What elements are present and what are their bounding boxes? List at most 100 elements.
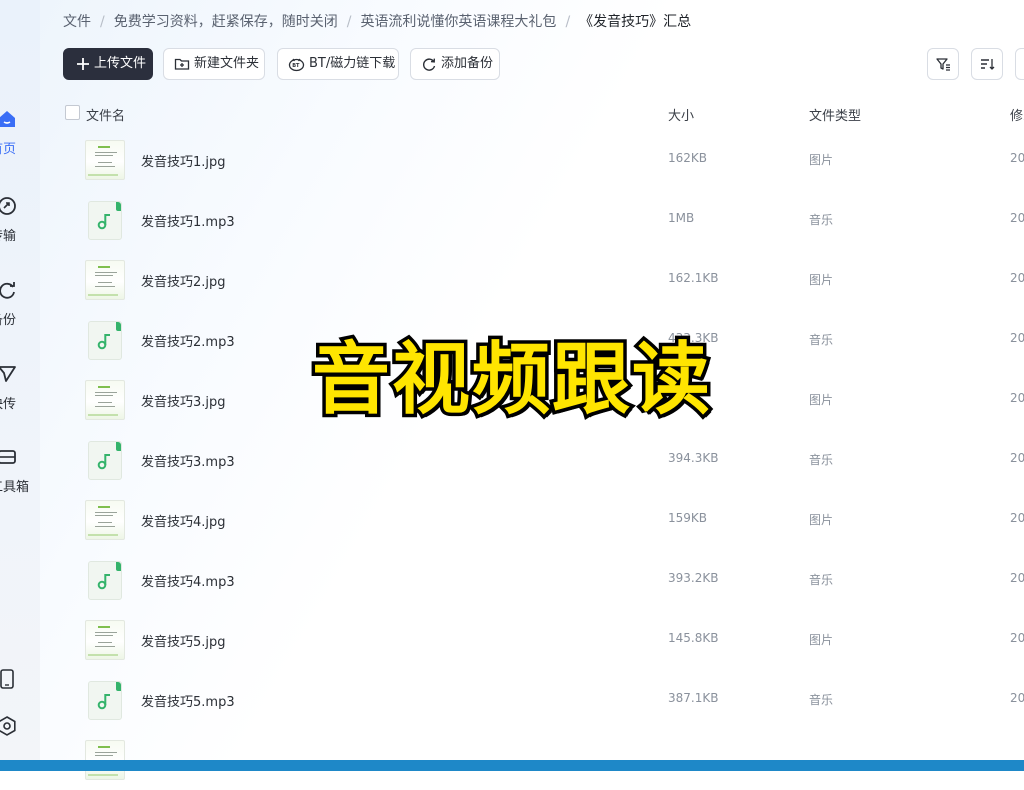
column-header-name[interactable]: 文件名 — [86, 105, 125, 124]
table-row[interactable]: 发音技巧3.mp3 394.3KB 音乐 20 — [40, 430, 1024, 490]
svg-text:BT: BT — [292, 63, 300, 69]
sort-icon — [981, 59, 995, 70]
file-size: 1MB — [668, 211, 695, 225]
file-modified: 20 — [1010, 151, 1024, 165]
file-type: 音乐 — [809, 213, 834, 227]
nav-item-quick-send[interactable]: 快传 — [0, 363, 40, 413]
music-note-icon — [97, 214, 110, 230]
phone-icon[interactable] — [0, 668, 18, 690]
overlay-caption: 音视频跟读 — [308, 332, 713, 429]
image-thumbnail — [85, 500, 125, 540]
file-name: 发音技巧5.jpg — [141, 635, 226, 650]
bt-download-button-label: BT/磁力链下载 — [309, 56, 396, 71]
image-preview — [85, 380, 125, 420]
file-modified: 20 — [1010, 511, 1024, 525]
file-size: 394.3KB — [668, 451, 719, 465]
file-modified: 20 — [1010, 271, 1024, 285]
file-type: 图片 — [809, 633, 834, 647]
audio-file-badge — [88, 561, 122, 600]
audio-file-icon — [85, 560, 125, 600]
file-size: 387.1KB — [668, 691, 719, 705]
file-type: 图片 — [809, 273, 834, 287]
breadcrumb-item-free-materials[interactable]: 免费学习资料，赶紧保存，随时关闭 — [114, 14, 338, 30]
music-note-icon — [97, 454, 110, 470]
file-modified: 20 — [1010, 571, 1024, 585]
table-row[interactable]: 发音技巧5.mp3 387.1KB 音乐 20 — [40, 670, 1024, 730]
column-header-modified[interactable]: 修改 — [1010, 105, 1024, 124]
folder-plus-icon — [174, 58, 190, 70]
breadcrumb-separator: / — [100, 14, 105, 30]
home-icon — [0, 111, 15, 127]
table-row[interactable]: 发音技巧4.mp3 393.2KB 音乐 20 — [40, 550, 1024, 610]
breadcrumb-item-files[interactable]: 文件 — [63, 14, 91, 30]
file-name: 发音技巧3.jpg — [141, 395, 226, 410]
table-row[interactable]: 发音技巧5.jpg 145.8KB 图片 20 — [40, 610, 1024, 670]
new-folder-button[interactable]: 新建文件夹 — [163, 48, 265, 80]
breadcrumb-item-course-pack[interactable]: 英语流利说懂你英语课程大礼包 — [360, 14, 556, 30]
nav-item-home[interactable]: 首页 — [0, 108, 40, 158]
image-preview — [85, 260, 125, 300]
bt-download-button[interactable]: BT BT/磁力链下载 — [277, 48, 399, 80]
file-type: 图片 — [809, 393, 834, 407]
image-thumbnail — [85, 260, 125, 300]
sort-button[interactable] — [971, 48, 1003, 80]
column-header-size[interactable]: 大小 — [668, 105, 694, 124]
audio-file-icon — [85, 680, 125, 720]
file-name: 发音技巧2.mp3 — [141, 335, 235, 350]
image-preview — [85, 140, 125, 180]
select-all-checkbox[interactable] — [65, 105, 80, 120]
filter-button[interactable] — [927, 48, 959, 80]
bt-magnet-icon: BT — [288, 58, 305, 72]
image-thumbnail — [85, 140, 125, 180]
file-name: 发音技巧5.mp3 — [141, 695, 235, 710]
audio-file-corner — [116, 442, 121, 451]
image-thumbnail — [85, 620, 125, 660]
file-type: 音乐 — [809, 453, 834, 467]
music-note-icon — [97, 694, 110, 710]
file-name: 发音技巧1.jpg — [141, 155, 226, 170]
plus-icon — [77, 58, 89, 70]
audio-file-badge — [88, 681, 122, 720]
file-modified: 20 — [1010, 631, 1024, 645]
file-name: 发音技巧4.jpg — [141, 515, 226, 530]
settings-icon[interactable] — [0, 715, 18, 737]
nav-label-transfer: 传输 — [0, 229, 17, 244]
table-row[interactable]: 发音技巧4.jpg 159KB 图片 20 — [40, 490, 1024, 550]
file-type: 音乐 — [809, 573, 834, 587]
audio-file-corner — [116, 562, 121, 571]
quick-send-icon — [0, 366, 16, 382]
audio-file-badge — [88, 441, 122, 480]
nav-item-transfer[interactable]: 传输 — [0, 195, 40, 245]
taskbar — [0, 760, 1024, 771]
file-size: 159KB — [668, 511, 708, 525]
nav-label-backup: 备份 — [0, 313, 17, 328]
music-note-icon — [97, 334, 110, 350]
table-row[interactable]: 发音技巧2.jpg 162.1KB 图片 20 — [40, 250, 1024, 310]
transfer-icon — [0, 197, 16, 215]
upload-button-label: 上传文件 — [94, 56, 147, 71]
audio-file-badge — [88, 201, 122, 240]
file-name: 发音技巧2.jpg — [141, 275, 226, 290]
view-toggle-button[interactable] — [1015, 48, 1024, 80]
breadcrumb-separator: / — [346, 14, 352, 30]
upload-button[interactable]: 上传文件 — [63, 48, 153, 80]
nav-item-backup[interactable]: 备份 — [0, 279, 40, 329]
audio-file-icon — [85, 320, 125, 360]
nav-item-toolbox[interactable]: 工具箱 — [0, 446, 40, 496]
breadcrumb-separator: / — [565, 14, 571, 30]
image-preview — [85, 620, 125, 660]
file-size: 162.1KB — [668, 271, 719, 285]
add-backup-button[interactable]: 添加备份 — [410, 48, 500, 80]
column-header-type[interactable]: 文件类型 — [809, 105, 861, 124]
audio-file-corner — [116, 322, 121, 331]
table-header: 文件名 大小 文件类型 修改 — [40, 102, 1024, 124]
audio-file-badge — [88, 321, 122, 360]
file-name: 发音技巧1.mp3 — [141, 215, 235, 230]
file-name: 发音技巧4.mp3 — [141, 575, 235, 590]
file-modified: 20 — [1010, 391, 1024, 405]
file-modified: 20 — [1010, 331, 1024, 345]
table-row[interactable]: 发音技巧1.mp3 1MB 音乐 20 — [40, 190, 1024, 250]
file-modified: 20 — [1010, 691, 1024, 705]
table-row[interactable]: 发音技巧1.jpg 162KB 图片 20 — [40, 130, 1024, 190]
file-name: 发音技巧3.mp3 — [141, 455, 235, 470]
